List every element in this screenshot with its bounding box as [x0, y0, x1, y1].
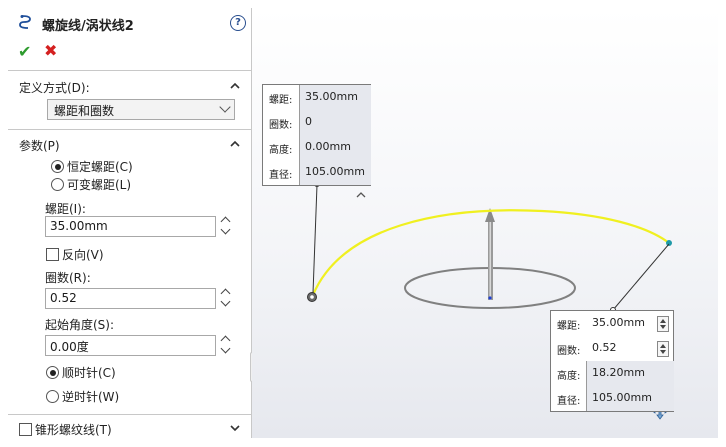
- start-angle-value: 0.00度: [50, 340, 89, 354]
- reverse-label[interactable]: 反向(V): [62, 246, 104, 263]
- revolutions-value: 0.52: [50, 291, 77, 305]
- definition-select[interactable]: 螺距和圈数: [47, 99, 235, 120]
- chevron-down-icon[interactable]: [230, 423, 240, 433]
- help-icon[interactable]: ?: [230, 15, 246, 31]
- panel-title-row: 螺旋线/涡状线2 ?: [14, 14, 246, 34]
- end-callout-row: 螺距: 35.00mm: [551, 311, 673, 336]
- definition-selected: 螺距和圈数: [54, 104, 115, 118]
- axis-origin-point: [488, 296, 492, 300]
- helix-end-point[interactable]: [666, 240, 672, 246]
- revolutions-label: 圈数:: [557, 346, 581, 357]
- pitch-label: 螺距:: [269, 95, 293, 106]
- variable-pitch-label[interactable]: 可变螺距(L): [67, 176, 131, 193]
- end-callout-row: 圈数: 0.52: [551, 336, 673, 361]
- end-callout-leader: [612, 243, 670, 311]
- height-value: 18.20mm: [592, 366, 645, 379]
- chevron-up-icon[interactable]: [230, 81, 240, 91]
- revolutions-stepper[interactable]: [657, 341, 669, 357]
- reverse-checkbox[interactable]: [46, 248, 59, 261]
- height-label: 高度:: [269, 145, 293, 156]
- revolutions-label: 圈数:: [269, 120, 293, 131]
- divider: [8, 129, 251, 130]
- pitch-label: 螺距:: [557, 321, 581, 332]
- arrow-down-icon[interactable]: [220, 224, 231, 235]
- pitch-stepper[interactable]: [657, 316, 669, 332]
- variable-pitch-radio[interactable]: [51, 178, 64, 191]
- arrow-down-icon[interactable]: [220, 296, 231, 307]
- revolutions-stepper[interactable]: [220, 287, 232, 309]
- clockwise-radio[interactable]: [46, 366, 59, 379]
- pitch-value: 35.00mm: [305, 90, 358, 103]
- helix-icon: [19, 15, 31, 29]
- start-callout-leader: [312, 184, 318, 294]
- counterclockwise-radio[interactable]: [46, 390, 59, 403]
- constant-pitch-radio[interactable]: [51, 160, 64, 173]
- revolutions-value[interactable]: 0.52: [592, 341, 617, 354]
- revolutions-value: 0: [305, 115, 312, 128]
- diameter-label: 直径:: [557, 396, 581, 407]
- start-angle-input[interactable]: 0.00度: [45, 335, 216, 356]
- constant-pitch-label[interactable]: 恒定螺距(C): [67, 158, 133, 175]
- graphics-viewport[interactable]: 螺距: 35.00mm 圈数: 0 高度: 0.00mm 直径: 105.00m…: [252, 8, 718, 438]
- property-manager-panel: 螺旋线/涡状线2 ? ✔ ✖ 定义方式(D): 螺距和圈数 参数(P) 恒定螺距…: [8, 8, 252, 438]
- height-value: 0.00mm: [305, 140, 351, 153]
- check-icon[interactable]: ✔: [18, 42, 31, 61]
- start-callout-row: 螺距: 35.00mm: [263, 85, 370, 110]
- start-callout: 螺距: 35.00mm 圈数: 0 高度: 0.00mm 直径: 105.00m…: [262, 84, 371, 186]
- panel-title: 螺旋线/涡状线2: [42, 19, 134, 34]
- pitch-stepper[interactable]: [220, 215, 232, 237]
- diameter-label: 直径:: [269, 170, 293, 181]
- height-label: 高度:: [557, 371, 581, 382]
- chevron-down-icon: [219, 101, 231, 113]
- close-icon[interactable]: ✖: [44, 41, 57, 60]
- pitch-value: 35.00mm: [50, 219, 108, 233]
- callout-collapse-icon[interactable]: [356, 192, 366, 198]
- start-angle-label: 起始角度(S):: [45, 318, 115, 332]
- axis-rod-highlight: [489, 222, 491, 300]
- revolutions-label: 圈数(R):: [45, 271, 91, 285]
- start-callout-row: 直径: 105.00mm: [263, 160, 370, 185]
- divider: [8, 414, 251, 415]
- parameters-header[interactable]: 参数(P): [19, 137, 60, 154]
- taper-header[interactable]: 锥形螺纹线(T): [35, 421, 112, 438]
- arrow-down-icon[interactable]: [220, 343, 231, 354]
- clockwise-label[interactable]: 顺时针(C): [62, 364, 116, 381]
- taper-checkbox[interactable]: [19, 423, 32, 436]
- start-callout-row: 圈数: 0: [263, 110, 370, 135]
- counterclockwise-label[interactable]: 逆时针(W): [62, 388, 119, 405]
- divider: [8, 70, 251, 71]
- start-callout-row: 高度: 0.00mm: [263, 135, 370, 160]
- chevron-up-icon[interactable]: [230, 139, 240, 149]
- end-callout-row: 直径: 105.00mm: [551, 386, 673, 411]
- pitch-input[interactable]: 35.00mm: [45, 216, 216, 237]
- helix-start-point-center: [310, 295, 314, 299]
- pitch-label: 螺距(I):: [45, 202, 86, 216]
- end-callout-row: 高度: 18.20mm: [551, 361, 673, 386]
- pitch-value[interactable]: 35.00mm: [592, 316, 645, 329]
- definition-header[interactable]: 定义方式(D):: [19, 79, 90, 96]
- end-callout: 螺距: 35.00mm 圈数: 0.52 高度: 18.20mm 直径: 105…: [550, 310, 674, 412]
- diameter-value: 105.00mm: [305, 165, 365, 178]
- diameter-value: 105.00mm: [592, 391, 652, 404]
- revolutions-input[interactable]: 0.52: [45, 288, 216, 309]
- start-angle-stepper[interactable]: [220, 334, 232, 356]
